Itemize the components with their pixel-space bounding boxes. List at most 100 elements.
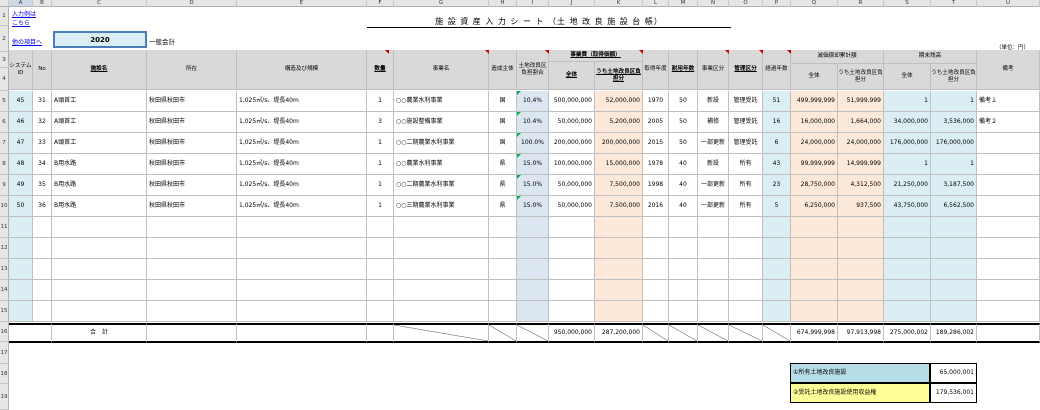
cell-end_share[interactable]: 176,000,000 [931,133,977,154]
cell-share[interactable]: 200,000,000 [595,133,643,154]
cell-end_total[interactable]: 21,250,000 [884,175,931,196]
cell-total[interactable]: 50,000,000 [549,196,595,217]
empty-cell-share[interactable] [595,238,643,259]
cell-remark[interactable] [977,196,1040,217]
empty-cell-end_share[interactable] [931,259,977,280]
cell-project[interactable]: ○○農業水利事業 [394,91,489,112]
cell-name[interactable]: A頭首工 [52,133,147,154]
cell-project[interactable]: ○○施設整備事業 [394,112,489,133]
cell-struct[interactable]: 1,025㎥/s、堤長40m [237,154,367,175]
empty-cell-share[interactable] [595,301,643,322]
empty-cell-pclass[interactable] [698,259,729,280]
cell-id[interactable]: 49 [9,175,33,196]
empty-cell-dep_share[interactable] [838,259,884,280]
column-header-R[interactable]: R [838,0,884,7]
cell-mclass[interactable]: 管理受託 [729,133,763,154]
input-example-link[interactable]: 入力例は こちら [12,9,36,27]
cell-ratio[interactable]: 10.4% [517,91,549,112]
empty-cell-year[interactable] [643,238,669,259]
empty-cell-dep_share[interactable] [838,301,884,322]
cell-end_total[interactable]: 34,000,000 [884,112,931,133]
cell-mclass[interactable]: 管理受託 [729,112,763,133]
empty-cell-pclass[interactable] [698,217,729,238]
cell-project[interactable]: ○○農業水利事業 [394,154,489,175]
empty-cell-remark[interactable] [977,217,1040,238]
cell-end_share[interactable]: 3,187,500 [931,175,977,196]
cell-mclass[interactable]: 管理受託 [729,91,763,112]
cell-remark[interactable] [977,175,1040,196]
empty-cell-builder[interactable] [489,259,517,280]
cell-year[interactable]: 1978 [643,154,669,175]
empty-cell-dep_share[interactable] [838,280,884,301]
other-items-link[interactable]: 他の項目へ [12,37,42,46]
cell-total[interactable]: 50,000,000 [549,175,595,196]
column-header-G[interactable]: G [394,0,489,7]
cell-builder[interactable]: 県 [489,154,517,175]
empty-cell-dep_total[interactable] [791,238,838,259]
row-header-11[interactable]: 11 [0,217,9,238]
cell-builder[interactable]: 国 [489,91,517,112]
empty-cell-loc[interactable] [147,259,237,280]
empty-cell-id[interactable] [9,238,33,259]
cell-pclass[interactable]: 新設 [698,91,729,112]
column-header-N[interactable]: N [698,0,729,7]
column-header-U[interactable]: U [977,0,1040,7]
empty-cell-builder[interactable] [489,301,517,322]
cell-name[interactable]: A頭首工 [52,91,147,112]
empty-cell-dep_share[interactable] [838,217,884,238]
empty-cell-no[interactable] [33,217,52,238]
cell-qty[interactable]: 3 [367,112,394,133]
cell-ratio[interactable]: 15.0% [517,154,549,175]
cell-mclass[interactable]: 所有 [729,154,763,175]
cell-name[interactable]: B用水路 [52,175,147,196]
empty-cell-builder[interactable] [489,280,517,301]
empty-cell-share[interactable] [595,217,643,238]
cell-ratio[interactable]: 15.0% [517,175,549,196]
cell-id[interactable]: 48 [9,154,33,175]
empty-cell-mclass[interactable] [729,217,763,238]
cell-end_total[interactable]: 1 [884,91,931,112]
empty-cell-life[interactable] [669,301,698,322]
empty-cell-project[interactable] [394,238,489,259]
empty-cell-struct[interactable] [237,238,367,259]
empty-cell-dep_total[interactable] [791,259,838,280]
cell-share[interactable]: 7,500,000 [595,196,643,217]
cell-dep_share[interactable]: 937,500 [838,196,884,217]
column-header-E[interactable]: E [237,0,367,7]
cell-elapsed[interactable]: 43 [763,154,791,175]
cell-remark[interactable]: 備考１ [977,91,1040,112]
cell-name[interactable]: A頭首工 [52,112,147,133]
cell-ratio[interactable]: 15.0% [517,196,549,217]
cell-share[interactable]: 7,500,000 [595,175,643,196]
empty-cell-mclass[interactable] [729,259,763,280]
empty-cell-total[interactable] [549,238,595,259]
empty-cell-end_total[interactable] [884,217,931,238]
cell-year[interactable]: 1998 [643,175,669,196]
empty-cell-qty[interactable] [367,259,394,280]
cell-loc[interactable]: 秋田県秋田市 [147,196,237,217]
cell-no[interactable]: 36 [33,196,52,217]
cell-year[interactable]: 2016 [643,196,669,217]
cell-qty[interactable]: 1 [367,154,394,175]
cell-struct[interactable]: 1,025㎥/s、堤長40m [237,112,367,133]
cell-builder[interactable]: 国 [489,112,517,133]
cell-struct[interactable]: 1,025㎥/s、堤長40m [237,196,367,217]
cell-elapsed[interactable]: 16 [763,112,791,133]
cell-builder[interactable]: 県 [489,175,517,196]
cell-pclass[interactable]: 新設 [698,154,729,175]
cell-end_share[interactable]: 1 [931,91,977,112]
empty-cell-struct[interactable] [237,301,367,322]
cell-dep_total[interactable]: 499,999,999 [791,91,838,112]
empty-cell-dep_share[interactable] [838,238,884,259]
row-header-14[interactable]: 14 [0,280,9,301]
empty-cell-mclass[interactable] [729,301,763,322]
cell-dep_total[interactable]: 6,250,000 [791,196,838,217]
empty-cell-total[interactable] [549,301,595,322]
cell-id[interactable]: 47 [9,133,33,154]
row-header-9[interactable]: 9 [0,175,9,196]
empty-cell-project[interactable] [394,280,489,301]
row-header-19[interactable]: 19 [0,384,9,410]
cell-mclass[interactable]: 所有 [729,196,763,217]
empty-cell-year[interactable] [643,259,669,280]
empty-cell-struct[interactable] [237,280,367,301]
